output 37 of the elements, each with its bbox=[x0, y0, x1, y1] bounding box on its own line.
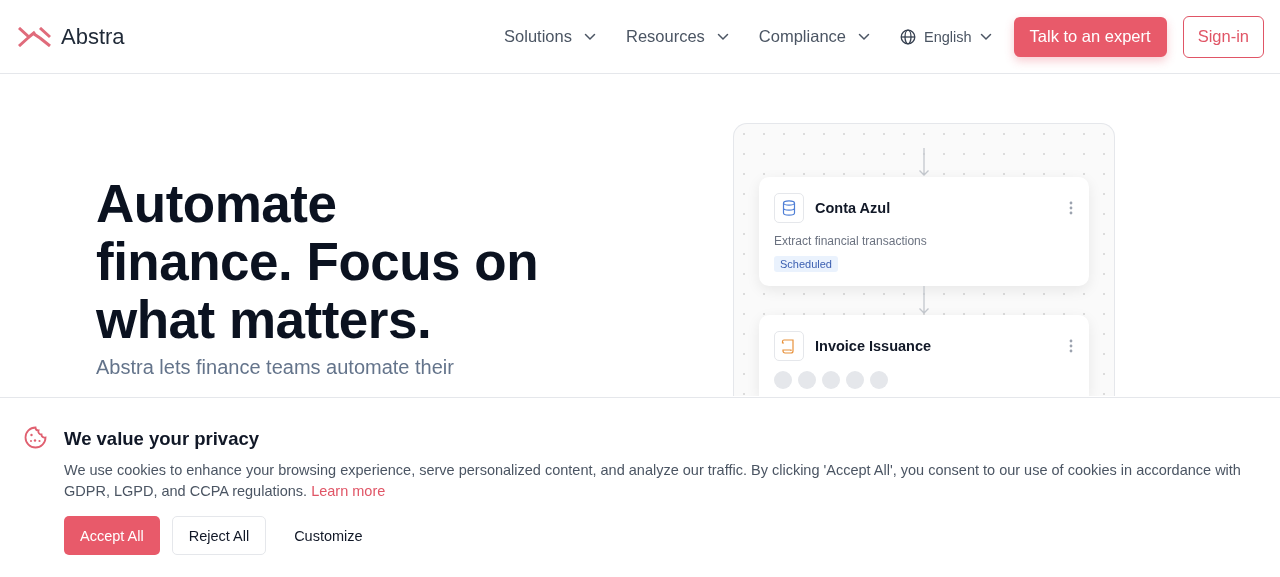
database-icon bbox=[782, 200, 796, 216]
cookie-icon bbox=[24, 426, 47, 449]
learn-more-link[interactable]: Learn more bbox=[311, 483, 386, 499]
more-options-icon[interactable] bbox=[1069, 339, 1073, 353]
skeleton-placeholder bbox=[870, 371, 888, 389]
logo-text[interactable]: Abstra bbox=[61, 23, 125, 50]
connector-arrow bbox=[918, 148, 930, 176]
skeleton-placeholder bbox=[774, 371, 792, 389]
chevron-down-icon bbox=[716, 32, 729, 41]
workflow-step-card[interactable]: Conta Azul Extract financial transactions Scheduled bbox=[759, 177, 1089, 286]
globe-icon bbox=[900, 28, 916, 45]
nav-menu[interactable]: Resources bbox=[626, 27, 729, 46]
cookie-notice-text: We use cookies to enhance your browsing experience, serve personalized content, and analyze our traffic. By clicking 'Accept All', you consent to our use of cookies in accordance with GDPR, LGPD, and CCPA regulations. Learn more bbox=[64, 461, 1242, 501]
language-select[interactable]: English bbox=[900, 28, 992, 45]
reject-all-button[interactable]: Reject All bbox=[171, 516, 267, 555]
skeleton-placeholder bbox=[798, 371, 816, 389]
step-title: Conta Azul bbox=[815, 200, 892, 216]
hero-subtitle: Abstra lets finance teams automate their bbox=[96, 355, 455, 379]
step-description: Extract financial transactions bbox=[774, 234, 928, 248]
step-title: Invoice Issuance bbox=[815, 338, 933, 354]
chevron-down-icon bbox=[858, 32, 870, 41]
more-options-icon[interactable] bbox=[1069, 201, 1073, 215]
skeleton-placeholder bbox=[846, 371, 864, 389]
workflow-step-card[interactable]: Invoice Issuance bbox=[759, 315, 1089, 396]
connector-arrow bbox=[918, 286, 930, 314]
nav-menu[interactable]: Solutions bbox=[504, 27, 596, 46]
chevron-down-icon bbox=[584, 32, 596, 41]
status-badge: Scheduled bbox=[774, 256, 838, 272]
nav-menu[interactable]: Compliance bbox=[758, 27, 870, 46]
skeleton-placeholder bbox=[822, 371, 840, 389]
chevron-down-icon bbox=[979, 32, 992, 41]
scroll-icon bbox=[781, 338, 797, 354]
sign-in-button[interactable]: Sign-in bbox=[1182, 15, 1264, 58]
hero-heading: Automate finance. Focus on what matters. bbox=[96, 175, 540, 349]
customize-button[interactable]: Customize bbox=[278, 516, 379, 555]
banner-title: We value your privacy bbox=[64, 428, 261, 450]
logo-icon bbox=[18, 26, 51, 47]
